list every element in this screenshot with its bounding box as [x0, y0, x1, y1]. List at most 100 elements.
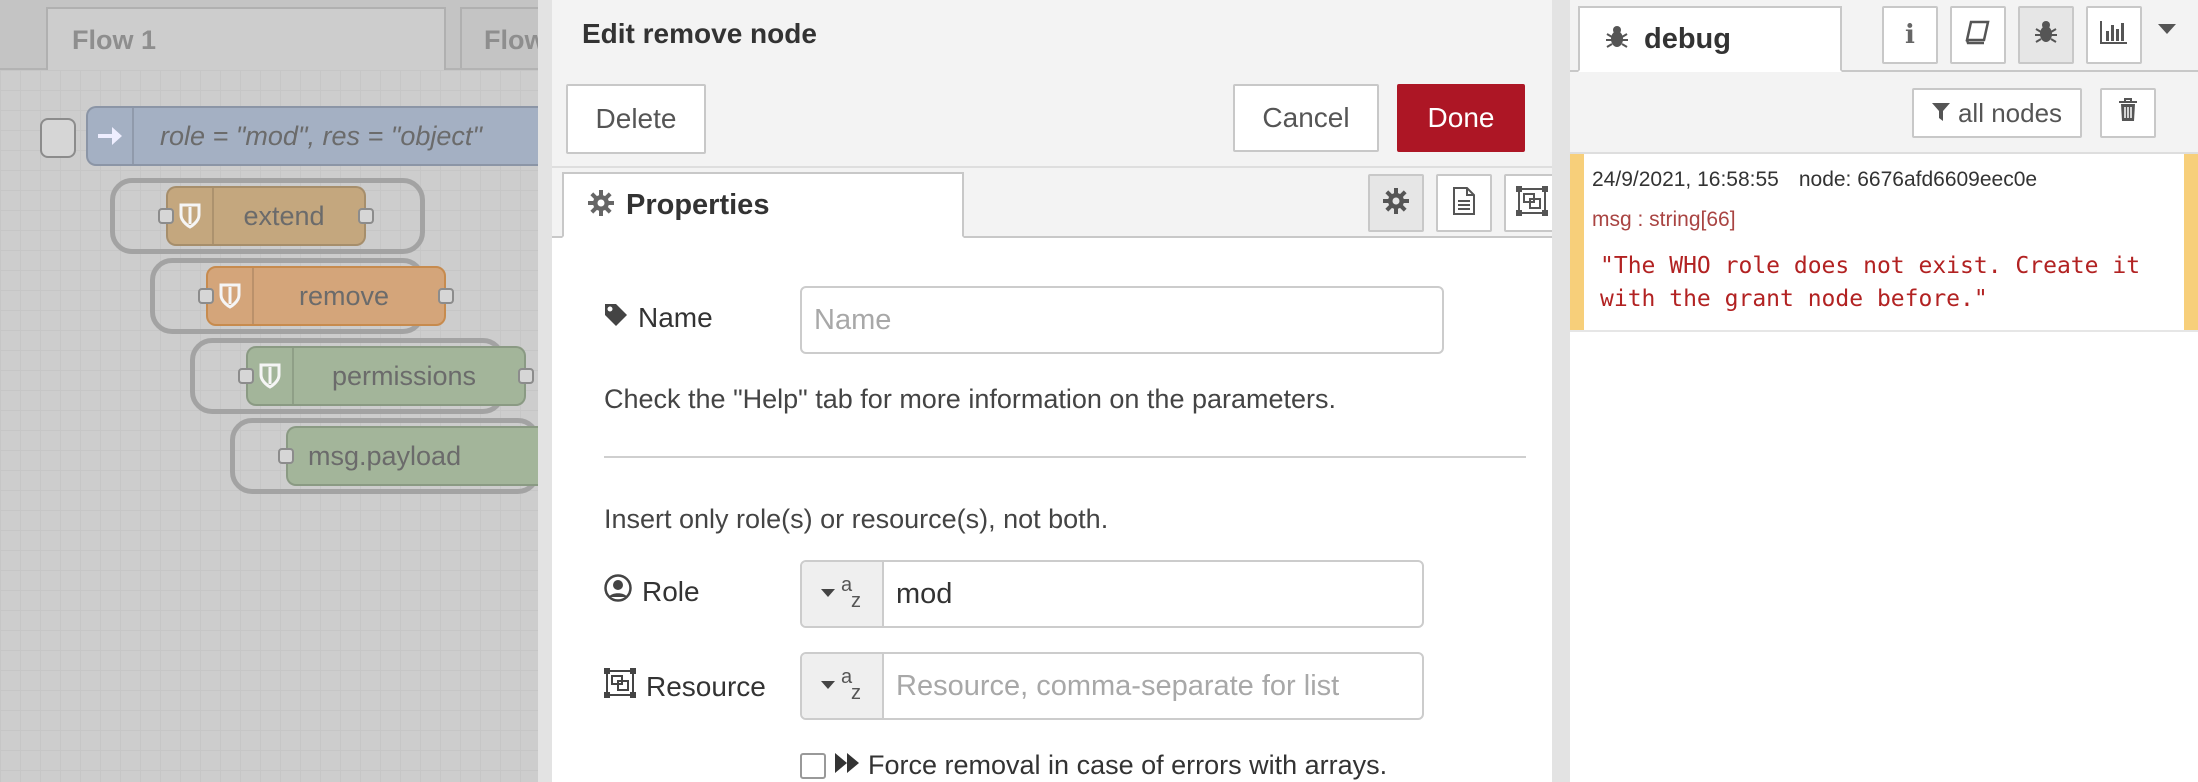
tray-toolbar: Delete Cancel Done	[552, 70, 1552, 168]
tab-flow-1[interactable]: Flow 1	[46, 7, 446, 70]
edit-tray: Edit remove node Delete Cancel Done Prop…	[538, 0, 1560, 782]
tab-properties[interactable]: Properties	[562, 172, 964, 238]
gear-icon	[588, 189, 614, 221]
resource-row-label: Resource	[604, 668, 766, 705]
node-label: permissions	[331, 360, 477, 391]
role-type-selector[interactable]: az	[802, 562, 884, 626]
string-type-icon: az	[841, 666, 861, 704]
node-label: msg.payload	[308, 440, 462, 471]
divider	[604, 456, 1526, 458]
resource-input[interactable]: Resource, comma-separate for list	[884, 654, 1422, 718]
tab-label: Flow	[484, 25, 540, 55]
shield-icon	[168, 188, 214, 244]
debug-node[interactable]: msg.payload	[286, 426, 540, 486]
filter-nodes-button[interactable]: all nodes	[1912, 88, 2082, 138]
output-port[interactable]	[518, 368, 534, 384]
name-row-label: Name	[604, 302, 713, 334]
shield-icon	[208, 268, 254, 324]
gear-icon	[1383, 187, 1409, 219]
dashboard-tab-button[interactable]	[2086, 6, 2142, 64]
done-button[interactable]: Done	[1397, 84, 1525, 152]
message-value[interactable]: "The WHO role does not exist. Create it …	[1600, 250, 2160, 316]
book-icon	[1965, 19, 1991, 52]
role-value[interactable]: mod	[884, 562, 1422, 626]
message-type: msg : string[66]	[1592, 208, 1736, 231]
object-group-icon	[1516, 185, 1548, 221]
filter-label: all nodes	[1957, 97, 2063, 128]
tab-label: Properties	[626, 188, 770, 221]
string-type-icon: az	[841, 574, 861, 612]
file-text-icon	[1452, 186, 1476, 221]
resource-placeholder: Resource, comma-separate for list	[896, 669, 1340, 702]
input-port[interactable]	[158, 208, 174, 224]
delete-button[interactable]: Delete	[566, 84, 706, 154]
description-tab-button[interactable]	[1436, 174, 1492, 232]
sidebar-tabs: debug i	[1570, 0, 2198, 72]
output-port[interactable]	[438, 288, 454, 304]
debug-toolbar: all nodes	[1570, 72, 2198, 154]
resource-label: Resource	[646, 670, 766, 702]
fast-forward-icon	[834, 750, 860, 781]
object-group-icon	[604, 668, 636, 705]
node-label: role = "mod", res = "object"	[160, 120, 482, 151]
debug-tab-button[interactable]	[2018, 6, 2074, 64]
help-hint-text: Check the "Help" tab for more informatio…	[604, 384, 1337, 414]
bar-chart-icon	[2099, 19, 2129, 52]
inject-node[interactable]: role = "mod", res = "object"	[86, 106, 540, 166]
role-label: Role	[642, 575, 700, 607]
role-typed-input[interactable]: az mod	[800, 560, 1424, 628]
message-marker	[2184, 154, 2198, 330]
remove-node[interactable]: remove	[206, 266, 446, 326]
force-removal-checkbox[interactable]	[800, 752, 826, 779]
workspace: Flow 1 Flow role = "mod", res = "object"…	[0, 0, 540, 782]
tab-flow-2[interactable]: Flow	[460, 7, 540, 68]
help-tab-button[interactable]	[1950, 6, 2006, 64]
sidebar-menu-button[interactable]	[2158, 22, 2176, 40]
bug-icon	[1604, 24, 1630, 55]
user-circle-icon	[604, 574, 632, 609]
tab-label: Flow 1	[72, 25, 157, 55]
resource-typed-input[interactable]: az Resource, comma-separate for list	[800, 652, 1424, 720]
shield-icon	[248, 348, 294, 404]
filter-icon	[1931, 98, 1950, 129]
tab-debug[interactable]: debug	[1578, 6, 1842, 72]
clear-messages-button[interactable]	[2100, 88, 2156, 138]
debug-message[interactable]: 24/9/2021, 16:58:55 node: 6676afd6609eec…	[1570, 154, 2198, 332]
input-port[interactable]	[238, 368, 254, 384]
caret-down-icon	[821, 677, 835, 695]
name-placeholder: Name	[814, 303, 892, 336]
output-port[interactable]	[358, 208, 374, 224]
insert-hint-text: Insert only role(s) or resource(s), not …	[604, 504, 1109, 534]
message-meta: 24/9/2021, 16:58:55 node: 6676afd6609eec…	[1592, 168, 2037, 192]
node-label: remove	[298, 280, 390, 311]
message-marker	[1570, 154, 1584, 330]
workspace-tabs: Flow 1 Flow	[0, 0, 540, 70]
node-label: extend	[243, 200, 325, 231]
message-timestamp: 24/9/2021, 16:58:55	[1592, 168, 1779, 191]
input-port[interactable]	[278, 448, 294, 464]
tag-icon	[604, 302, 628, 334]
properties-form: Name Name Check the "Help" tab for more …	[552, 238, 1552, 782]
arrow-right-icon	[88, 108, 134, 164]
flow-canvas[interactable]: role = "mod", res = "object" extend remo…	[0, 70, 540, 782]
input-port[interactable]	[198, 288, 214, 304]
resource-type-selector[interactable]: az	[802, 654, 884, 718]
force-removal-label: Force removal in case of errors with arr…	[868, 750, 1388, 780]
tab-label: debug	[1644, 22, 1731, 55]
cancel-button[interactable]: Cancel	[1233, 84, 1379, 152]
inject-button[interactable]	[40, 118, 76, 158]
info-tab-button[interactable]: i	[1882, 6, 1938, 64]
bug-icon	[2033, 19, 2059, 52]
caret-down-icon	[2158, 22, 2176, 39]
force-removal-row: Force removal in case of errors with arr…	[800, 750, 1387, 781]
message-node[interactable]: node: 6676afd6609eec0e	[1799, 168, 2037, 192]
tray-header: Edit remove node	[552, 0, 1552, 72]
extend-node[interactable]: extend	[166, 186, 366, 246]
permissions-node[interactable]: permissions	[246, 346, 526, 406]
settings-tab-button[interactable]	[1368, 174, 1424, 232]
role-row-label: Role	[604, 574, 700, 609]
tray-title: Edit remove node	[582, 18, 817, 49]
caret-down-icon	[821, 585, 835, 603]
info-icon: i	[1905, 20, 1915, 50]
name-input[interactable]: Name	[800, 286, 1444, 354]
